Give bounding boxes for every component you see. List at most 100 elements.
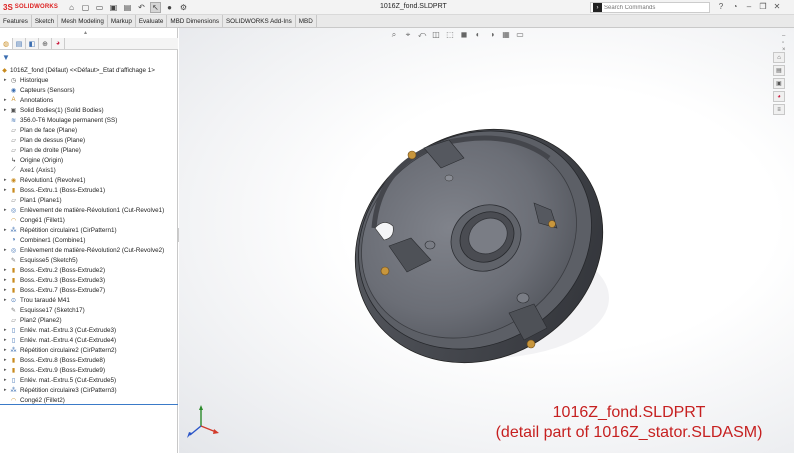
- appearance-icon[interactable]: ◑: [487, 30, 497, 40]
- tree-item[interactable]: ⟋ Axe1 (Axis1): [0, 165, 178, 175]
- model-view[interactable]: [179, 28, 794, 453]
- tree-item[interactable]: ▸ ▯ Enlév. mat.-Extru.3 (Cut-Extrude3): [0, 325, 178, 335]
- expand-arrow-icon[interactable]: ▸: [4, 327, 7, 333]
- open-icon[interactable]: ▭: [94, 2, 105, 13]
- hide-show-icon[interactable]: ◐: [473, 30, 483, 40]
- search-commands[interactable]: ›: [590, 2, 710, 13]
- expand-arrow-icon[interactable]: ▸: [4, 277, 7, 283]
- viewport-restore-icon[interactable]: ▫: [782, 40, 786, 46]
- display-style-icon[interactable]: ◼: [459, 30, 469, 40]
- restore-icon[interactable]: ❐: [758, 2, 768, 11]
- design-library-tab-icon[interactable]: ▤: [773, 65, 785, 76]
- expand-arrow-icon[interactable]: ▸: [4, 377, 7, 383]
- tree-item[interactable]: ▸ ▮ Boss.-Extru.3 (Boss-Extrude3): [0, 275, 178, 285]
- tree-item[interactable]: ▸ ◎ Enlèvement de matière-Révolution1 (Cut…: [0, 205, 178, 215]
- tree-item[interactable]: ↳ Origine (Origin): [0, 155, 178, 165]
- tree-item[interactable]: ▸ ▣ Solid Bodies(1) (Solid Bodies): [0, 105, 178, 115]
- tree-root[interactable]: ◆ 1016Z_fond (Défaut) <<Défaut>_Etat d'a…: [0, 65, 178, 75]
- tab-solidworks-add-ins[interactable]: SOLIDWORKS Add-Ins: [222, 15, 296, 27]
- help-icon[interactable]: ?: [716, 2, 726, 11]
- tab-features[interactable]: Features: [0, 15, 32, 27]
- tree-item[interactable]: ▱ Plan de dessus (Plane): [0, 135, 178, 145]
- tab-mbd-dimensions[interactable]: MBD Dimensions: [167, 15, 223, 27]
- tree-item[interactable]: ▱ Plan de face (Plane): [0, 125, 178, 135]
- expand-arrow-icon[interactable]: ▸: [4, 287, 7, 293]
- tree-item[interactable]: ▸ ⁂ Répétition circulaire3 (CirPattern3): [0, 385, 178, 395]
- minimize-icon[interactable]: –: [744, 2, 754, 11]
- file-explorer-tab-icon[interactable]: ▣: [773, 78, 785, 89]
- tree-item[interactable]: ▸ A Annotations: [0, 95, 178, 105]
- tree-item[interactable]: ▸ ⁂ Répétition circulaire1 (CirPattern1): [0, 225, 178, 235]
- expand-arrow-icon[interactable]: ▸: [4, 97, 7, 103]
- resources-tab-icon[interactable]: ⌂: [773, 52, 785, 63]
- expand-arrow-icon[interactable]: ▸: [4, 107, 7, 113]
- zoom-to-fit-icon[interactable]: ⌕: [389, 30, 399, 40]
- print-icon[interactable]: ▤: [122, 2, 133, 13]
- tree-item[interactable]: ▸ ◷ Historique: [0, 75, 178, 85]
- view-orientation-icon[interactable]: ⬚: [445, 30, 455, 40]
- tree-item[interactable]: ▸ ⁂ Répétition circulaire2 (CirPattern2): [0, 345, 178, 355]
- view-settings-icon[interactable]: ▭: [515, 30, 525, 40]
- appearances-tab-icon[interactable]: ◕: [773, 91, 785, 102]
- tree-item[interactable]: ▱ Plan1 (Plane1): [0, 195, 178, 205]
- tree-item[interactable]: ▱ Plan de droite (Plane): [0, 145, 178, 155]
- solidworks-logo[interactable]: 3S SOLIDWORKS: [0, 3, 66, 12]
- graphics-area[interactable]: ⌕ ⌖ ⤺ ◫ ⬚ ◼ ◐ ◑ ▦ ▭: [179, 28, 794, 453]
- tab-mbd[interactable]: MBD: [295, 15, 317, 27]
- undo-icon[interactable]: ↶: [136, 2, 147, 13]
- tree-item[interactable]: ▸ ▯ Enlév. mat.-Extru.4 (Cut-Extrude4): [0, 335, 178, 345]
- viewport-minimize-icon[interactable]: –: [782, 33, 786, 39]
- expand-arrow-icon[interactable]: ▸: [4, 177, 7, 183]
- tree-item[interactable]: ▸ ◉ Révolution1 (Revolve1): [0, 175, 178, 185]
- home-icon[interactable]: ⌂: [66, 2, 77, 13]
- expand-arrow-icon[interactable]: ▸: [4, 297, 7, 303]
- configuration-manager-tab-icon[interactable]: ◧: [26, 38, 39, 49]
- tree-item[interactable]: ▸ ▮ Boss.-Extru.7 (Boss-Extrude7): [0, 285, 178, 295]
- options-icon[interactable]: ⚙: [178, 2, 189, 13]
- tree-item[interactable]: ✎ Esquisse17 (Sketch17): [0, 305, 178, 315]
- tree-item[interactable]: ▸ ▯ Enlév. mat.-Extru.5 (Cut-Extrude5): [0, 375, 178, 385]
- feature-manager-tab-icon[interactable]: ◍: [0, 38, 13, 49]
- new-icon[interactable]: ▢: [80, 2, 91, 13]
- tree-filter[interactable]: ▼: [2, 53, 10, 62]
- search-input[interactable]: [604, 4, 694, 11]
- expand-arrow-icon[interactable]: ▸: [4, 267, 7, 273]
- expand-arrow-icon[interactable]: ▸: [4, 77, 7, 83]
- section-view-icon[interactable]: ◫: [431, 30, 441, 40]
- expand-arrow-icon[interactable]: ▸: [4, 207, 7, 213]
- tab-mesh-modeling[interactable]: Mesh Modeling: [58, 15, 108, 27]
- expand-arrow-icon[interactable]: ▸: [4, 347, 7, 353]
- expand-arrow-icon[interactable]: ▸: [4, 337, 7, 343]
- expand-arrow-icon[interactable]: ▸: [4, 227, 7, 233]
- close-icon[interactable]: ✕: [772, 2, 782, 11]
- custom-properties-tab-icon[interactable]: ≡: [773, 104, 785, 115]
- tab-evaluate[interactable]: Evaluate: [135, 15, 168, 27]
- tab-markup[interactable]: Markup: [107, 15, 136, 27]
- previous-view-icon[interactable]: ⤺: [417, 30, 427, 40]
- tree-item[interactable]: ◑ Combiner1 (Combine1): [0, 235, 178, 245]
- tree-item[interactable]: ▱ Plan2 (Plane2): [0, 315, 178, 325]
- tree-item[interactable]: ▸ ⊙ Trou taraudé M41: [0, 295, 178, 305]
- tree-item[interactable]: ◉ Capteurs (Sensors): [0, 85, 178, 95]
- tree-item[interactable]: ▸ ▮ Boss.-Extru.9 (Boss-Extrude9): [0, 365, 178, 375]
- tree-item[interactable]: ≋ 356.0-T6 Moulage permanent (SS): [0, 115, 178, 125]
- save-icon[interactable]: ▣: [108, 2, 119, 13]
- tree-item[interactable]: ▸ ▮ Boss.-Extru.8 (Boss-Extrude8): [0, 355, 178, 365]
- zoom-area-icon[interactable]: ⌖: [403, 30, 413, 40]
- tree-item[interactable]: ◠ Congé1 (Fillet1): [0, 215, 178, 225]
- rebuild-icon[interactable]: ●: [164, 2, 175, 13]
- scene-icon[interactable]: ▦: [501, 30, 511, 40]
- expand-arrow-icon[interactable]: ▸: [4, 367, 7, 373]
- expand-arrow-icon[interactable]: ▸: [4, 247, 7, 253]
- display-manager-tab-icon[interactable]: ◕: [52, 38, 65, 49]
- tree-item[interactable]: ✎ Esquisse5 (Sketch5): [0, 255, 178, 265]
- expand-arrow-icon[interactable]: ▸: [4, 357, 7, 363]
- user-icon[interactable]: ◔: [730, 2, 740, 11]
- expand-arrow-icon[interactable]: ▸: [4, 387, 7, 393]
- select-icon[interactable]: ↖: [150, 1, 161, 13]
- tree-item[interactable]: ▸ ▮ Boss.-Extru.1 (Boss-Extrude1): [0, 185, 178, 195]
- tree-item[interactable]: ▸ ▮ Boss.-Extru.2 (Boss-Extrude2): [0, 265, 178, 275]
- property-manager-tab-icon[interactable]: ▤: [13, 38, 26, 49]
- dimxpert-tab-icon[interactable]: ⊕: [39, 38, 52, 49]
- expand-arrow-icon[interactable]: ▸: [4, 187, 7, 193]
